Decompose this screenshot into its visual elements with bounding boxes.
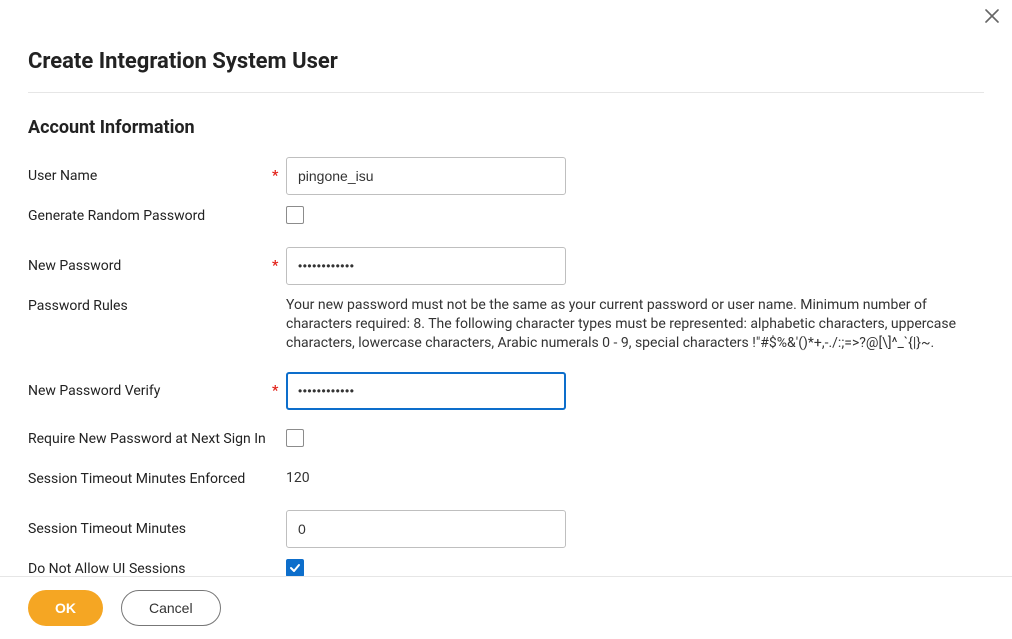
- session-timeout-minutes-label: Session Timeout Minutes: [28, 521, 272, 537]
- require-new-password-label: Require New Password at Next Sign In: [28, 429, 272, 447]
- page-title: Create Integration System User: [28, 49, 984, 93]
- close-icon[interactable]: [982, 6, 1002, 26]
- new-password-verify-field[interactable]: [286, 372, 566, 410]
- new-password-label: New Password: [28, 258, 272, 274]
- generate-random-password-checkbox[interactable]: [286, 206, 304, 224]
- user-name-label: User Name: [28, 168, 272, 184]
- session-timeout-minutes-field[interactable]: [286, 510, 566, 548]
- session-timeout-enforced-label: Session Timeout Minutes Enforced: [28, 469, 272, 487]
- dialog-footer: OK Cancel: [0, 576, 1012, 639]
- required-indicator: *: [272, 169, 286, 183]
- section-title: Account Information: [28, 117, 984, 138]
- do-not-allow-ui-sessions-checkbox[interactable]: [286, 559, 304, 577]
- require-new-password-checkbox[interactable]: [286, 429, 304, 447]
- required-indicator: *: [272, 384, 286, 398]
- do-not-allow-ui-sessions-label: Do Not Allow UI Sessions: [28, 559, 272, 577]
- ok-button[interactable]: OK: [28, 590, 103, 626]
- password-rules-text: Your new password must not be the same a…: [286, 296, 966, 353]
- required-indicator: *: [272, 259, 286, 273]
- session-timeout-enforced-value: 120: [286, 469, 310, 488]
- new-password-verify-label: New Password Verify: [28, 383, 272, 399]
- cancel-button[interactable]: Cancel: [121, 590, 221, 626]
- generate-random-password-label: Generate Random Password: [28, 206, 272, 224]
- user-name-field[interactable]: [286, 157, 566, 195]
- password-rules-label: Password Rules: [28, 296, 272, 314]
- new-password-field[interactable]: [286, 247, 566, 285]
